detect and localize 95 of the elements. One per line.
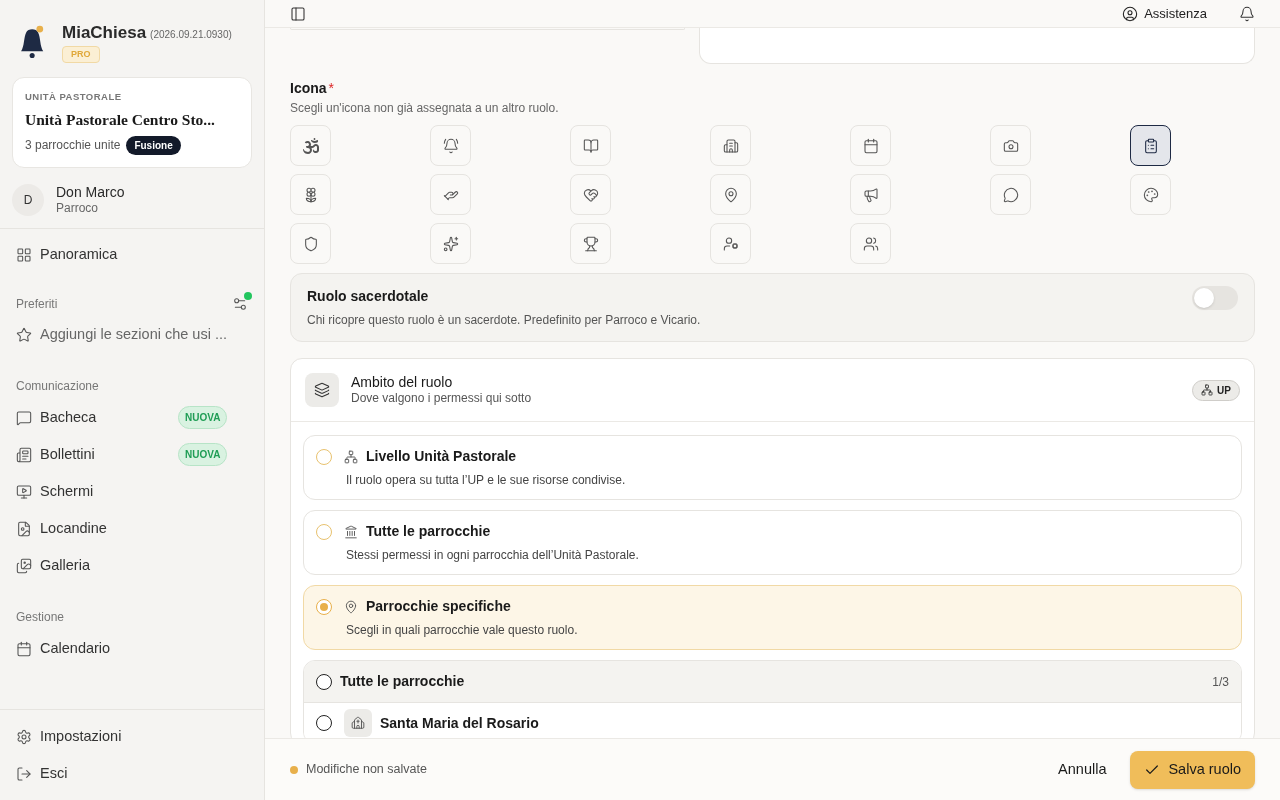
user-name: Don Marco (56, 183, 125, 201)
building-icon (722, 137, 739, 154)
newspaper-icon (16, 446, 32, 463)
parish-name: Santa Maria del Rosario (380, 713, 539, 733)
nav-item[interactable]: Locandine (16, 510, 248, 547)
book-icon (582, 137, 599, 154)
grid-icon (16, 247, 32, 263)
new-badge: NUOVA (178, 443, 228, 466)
checkbox[interactable] (316, 715, 332, 731)
logout-icon (16, 765, 32, 782)
scope-option[interactable]: Parrocchie specifiche Scegli in quali parrocchie vale questo ruolo. (303, 585, 1242, 650)
bell-icon (442, 137, 459, 154)
option-title: Livello Unità Pastorale (366, 447, 517, 466)
user-avatar: D (12, 183, 44, 216)
section-title: Preferiti (16, 296, 58, 313)
cancel-button[interactable]: Annulla (1042, 750, 1123, 789)
hierarchy-icon (344, 449, 358, 464)
hierarchy-icon (1201, 384, 1214, 396)
version-text: (2026.09.21.0930) (150, 28, 232, 42)
card-subtitle: Dove valgono i permessi qui sotto (351, 391, 533, 407)
save-button[interactable]: Salva ruolo (1130, 750, 1255, 789)
section-title: Gestione (16, 609, 66, 626)
sliders-icon (232, 296, 248, 312)
help-button[interactable]: Assistenza (1122, 3, 1207, 24)
settings-icon (16, 728, 32, 745)
nav-item[interactable]: Bacheca NUOVA (16, 399, 248, 436)
calendar-icon (862, 137, 879, 154)
app-name: MiaChiesa (62, 22, 147, 44)
palette-icon (1142, 186, 1159, 203)
nav-item[interactable]: Galleria (16, 547, 248, 584)
trophy-icon (582, 235, 599, 252)
monitor-icon (16, 483, 32, 500)
radio-button[interactable] (316, 598, 332, 615)
section-title: Comunicazione (16, 378, 100, 395)
nav-item[interactable]: Impostazioni (16, 718, 248, 755)
poster-icon (16, 520, 32, 537)
speech-bubble-icon (1002, 186, 1019, 203)
bell-icon[interactable] (1239, 5, 1255, 22)
layers-icon (314, 382, 330, 398)
plan-badge: PRO (62, 45, 100, 63)
radio-button[interactable] (316, 523, 332, 540)
option-description: Stessi permessi in ogni parrocchia dell’Unità Pastorale. (345, 547, 640, 564)
users-icon (862, 235, 879, 252)
field-hint: Scegli un'icona non già assegnata a un altro ruolo. (290, 100, 560, 117)
checkbox[interactable] (316, 673, 332, 690)
option-description: Il ruolo opera su tutta l’UP e le sue risorse condivise. (345, 472, 627, 489)
selection-count: 1/3 (1212, 673, 1229, 691)
user-gear-icon (722, 235, 739, 252)
church-icon (351, 716, 365, 730)
new-badge: NUOVA (178, 406, 228, 429)
scope-option[interactable]: Tutte le parrocchie Stessi permessi in ogni parrocchia dell’Unità Pastorale. (303, 510, 1242, 575)
option-title: Parrocchie specifiche (366, 597, 511, 616)
setting-title: Ruolo sacerdotale (307, 287, 430, 306)
option-description: Scegli in quali parrocchie vale questo ruolo. (345, 622, 579, 639)
nav-item[interactable]: Panoramica (16, 237, 248, 273)
nav-item[interactable]: Bollettini NUOVA (16, 436, 248, 473)
required-asterisk: * (328, 79, 335, 98)
unit-eyebrow: UNITÀ PASTORALE (25, 90, 123, 104)
building-icon (344, 524, 358, 539)
sidebar-toggle-icon[interactable] (290, 5, 306, 22)
gallery-icon (16, 557, 32, 574)
icon-option[interactable] (1130, 125, 1171, 166)
fusion-badge: Fusione (126, 135, 181, 155)
radio-button[interactable] (316, 448, 332, 465)
nav-item[interactable]: Calendario (16, 630, 248, 667)
heart-handshake-icon (582, 186, 599, 203)
megaphone-icon (862, 186, 879, 203)
clipboard-icon (1142, 137, 1159, 154)
om-icon (302, 137, 319, 154)
user-circle-icon (1122, 5, 1139, 22)
scope-badge: UP (1192, 379, 1240, 401)
toggle-switch[interactable] (1192, 286, 1238, 310)
nav-item[interactable]: Esci (16, 755, 248, 792)
user-profile[interactable]: D Don Marco Parroco (0, 167, 264, 229)
chat-icon (16, 409, 32, 426)
unit-name: Unità Pastorale Centro Sto... (25, 110, 216, 131)
unsaved-status: Modifiche non salvate (306, 761, 428, 779)
favorites-hint: Aggiungi le sezioni che usi ... (40, 325, 227, 345)
card-title: Ambito del ruolo (351, 373, 454, 392)
setting-description: Chi ricopre questo ruolo è un sacerdote. Predefinito per Parroco e Vicario. (307, 312, 701, 329)
user-role: Parroco (56, 201, 100, 216)
camera-icon (1002, 137, 1019, 154)
unit-card[interactable]: UNITÀ PASTORALE Unità Pastorale Centro Sto... 3 parrocchie unite Fusione (12, 77, 252, 168)
map-pin-icon (722, 186, 739, 203)
map-pin-icon (344, 599, 358, 614)
select-all-label: Tutte le parrocchie (340, 672, 466, 691)
sparkles-icon (442, 235, 459, 252)
scope-option[interactable]: Livello Unità Pastorale Il ruolo opera su tutta l’UP e le sue risorse condivise. (303, 435, 1242, 500)
option-title: Tutte le parrocchie (366, 522, 491, 541)
star-icon (16, 327, 32, 343)
unit-subtitle: 3 parrocchie unite (25, 137, 121, 154)
shield-icon (302, 235, 319, 252)
field-label: Icona (290, 79, 327, 98)
nav-item[interactable]: Schermi (16, 473, 248, 510)
calendar-icon (16, 640, 32, 657)
